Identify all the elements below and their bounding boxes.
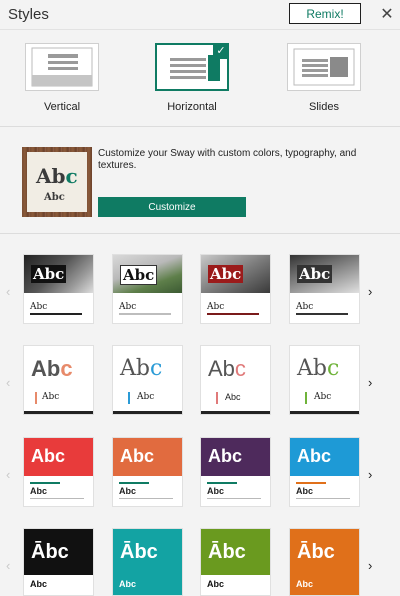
customize-section: Abc Abc Customize your Sway with custom … [0, 128, 400, 234]
layout-label-vertical: Vertical [43, 101, 81, 113]
preview-small-text: Abc [44, 192, 65, 203]
style-row: ‹ Abc Abc Abc Abc Abc Abc Abc Abc › [0, 345, 400, 417]
style-row: ‹ Ābc Abc Ābc Abc Ābc Abc Ābc Abc › [0, 528, 400, 596]
customize-preview-card: Abc Abc [27, 152, 87, 212]
next-arrow-icon[interactable]: › [368, 467, 372, 482]
style-card[interactable]: Abc Abc [289, 437, 360, 507]
next-arrow-icon[interactable]: › [368, 284, 372, 299]
selected-check-icon: ✓ [213, 43, 229, 59]
panel-title: Styles [8, 6, 49, 23]
style-card[interactable]: Ābc Abc [112, 528, 183, 596]
style-card[interactable]: Ābc Abc [289, 528, 360, 596]
style-card[interactable]: Abc Abc [112, 437, 183, 507]
vertical-layout-icon [25, 43, 99, 91]
horizontal-layout-icon: ✓ [155, 43, 229, 91]
style-card[interactable]: Ābc Abc [200, 528, 271, 596]
style-card[interactable]: Abc Abc [289, 345, 360, 415]
next-arrow-icon[interactable]: › [368, 558, 372, 573]
style-card[interactable]: Abc Abc [200, 345, 271, 415]
prev-arrow-icon[interactable]: ‹ [6, 558, 10, 573]
preview-big-text: Abc [36, 164, 78, 188]
customize-description: Customize your Sway with custom colors, … [98, 148, 357, 171]
style-card[interactable]: Abc Abc [23, 345, 94, 415]
layout-option-slides[interactable]: Slides [287, 43, 361, 113]
style-card[interactable]: Abc Abc [289, 254, 360, 324]
style-card[interactable]: Abc Abc [112, 254, 183, 324]
layout-option-vertical[interactable]: Vertical [25, 43, 99, 113]
style-row: ‹ Abc Abc Abc Abc Abc Abc Abc Abc › [0, 254, 400, 326]
customize-preview: Abc Abc [22, 147, 92, 217]
style-row: ‹ Abc Abc Abc Abc Abc Abc Abc Abc › [0, 437, 400, 509]
style-card[interactable]: Abc Abc [112, 345, 183, 415]
next-arrow-icon[interactable]: › [368, 375, 372, 390]
prev-arrow-icon[interactable]: ‹ [6, 467, 10, 482]
style-card[interactable]: Abc Abc [200, 254, 271, 324]
style-card[interactable]: Abc Abc [200, 437, 271, 507]
panel-header: Styles Remix! ✕ [0, 0, 400, 30]
prev-arrow-icon[interactable]: ‹ [6, 375, 10, 390]
prev-arrow-icon[interactable]: ‹ [6, 284, 10, 299]
style-card[interactable]: Ābc Abc [23, 528, 94, 596]
layout-label-slides: Slides [309, 101, 339, 113]
style-card[interactable]: Abc Abc [23, 254, 94, 324]
layout-option-horizontal[interactable]: ✓ Horizontal [155, 43, 229, 113]
close-icon[interactable]: ✕ [378, 5, 396, 23]
layout-label-horizontal: Horizontal [167, 101, 217, 113]
slides-layout-icon [287, 43, 361, 91]
remix-button[interactable]: Remix! [289, 3, 361, 24]
customize-button[interactable]: Customize [98, 197, 246, 217]
style-card[interactable]: Abc Abc [23, 437, 94, 507]
layout-options: Vertical ✓ Horizontal Slides [0, 31, 400, 127]
style-grid: ‹ Abc Abc Abc Abc Abc Abc Abc Abc › ‹ Ab… [0, 235, 400, 596]
